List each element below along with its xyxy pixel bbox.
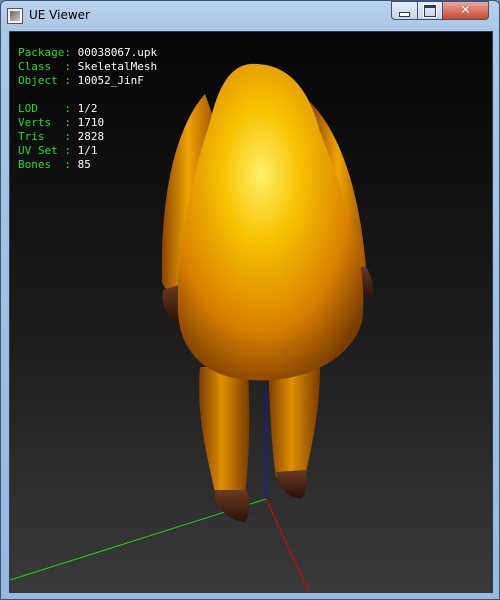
info-row-object: Object : 10052_JinF [18, 74, 157, 88]
info-separator: : [64, 46, 78, 59]
info-separator: : [64, 102, 78, 115]
info-separator: : [64, 60, 78, 73]
maximize-button[interactable] [417, 1, 443, 20]
info-value: 2828 [77, 130, 105, 143]
3d-viewport[interactable]: Package: 00038067.upk Class : SkeletalMe… [9, 31, 493, 593]
info-row-verts: Verts : 1710 [18, 116, 157, 130]
info-label: Verts [18, 116, 65, 129]
info-separator: : [64, 74, 78, 87]
info-label: UV Set [18, 144, 65, 157]
axis-x-line [265, 498, 310, 592]
info-value: 00038067.upk [77, 46, 158, 59]
maximize-icon [423, 3, 437, 18]
window-title: UE Viewer [29, 8, 90, 22]
info-label: Bones [18, 158, 65, 171]
right-foot [276, 470, 307, 499]
right-leg [268, 367, 320, 477]
info-value: SkeletalMesh [77, 60, 158, 73]
info-value: 85 [77, 158, 91, 171]
info-value: 1/2 [77, 102, 98, 115]
app-window: UE Viewer ✕ Package: 00038067.upk Class … [0, 0, 500, 600]
info-row-bones: Bones : 85 [18, 158, 157, 172]
info-row-lod: LOD : 1/2 [18, 102, 157, 116]
info-label: Tris [18, 130, 65, 143]
info-row-package: Package: 00038067.upk [18, 46, 157, 60]
info-label: LOD [18, 102, 65, 115]
info-label: Object [18, 74, 65, 87]
info-label: Class [18, 60, 65, 73]
title-bar[interactable]: UE Viewer ✕ [1, 1, 499, 31]
info-separator: : [64, 116, 78, 129]
info-separator: : [64, 144, 78, 157]
app-icon[interactable] [7, 8, 23, 24]
info-separator: : [64, 130, 78, 143]
mesh-info-panel: Package: 00038067.upk Class : SkeletalMe… [18, 46, 157, 172]
left-leg [199, 367, 250, 494]
close-icon: ✕ [460, 3, 471, 18]
info-separator: : [64, 158, 78, 171]
minimize-button[interactable] [391, 1, 418, 20]
info-value: 10052_JinF [77, 74, 144, 87]
left-foot [214, 490, 250, 522]
info-row-uvset: UV Set : 1/1 [18, 144, 157, 158]
minimize-icon [399, 11, 410, 17]
info-row-class: Class : SkeletalMesh [18, 60, 157, 74]
info-label: Package [18, 46, 65, 59]
info-value: 1710 [77, 116, 105, 129]
info-row-tris: Tris : 2828 [18, 130, 157, 144]
close-button[interactable]: ✕ [442, 1, 489, 20]
info-value: 1/1 [77, 144, 98, 157]
